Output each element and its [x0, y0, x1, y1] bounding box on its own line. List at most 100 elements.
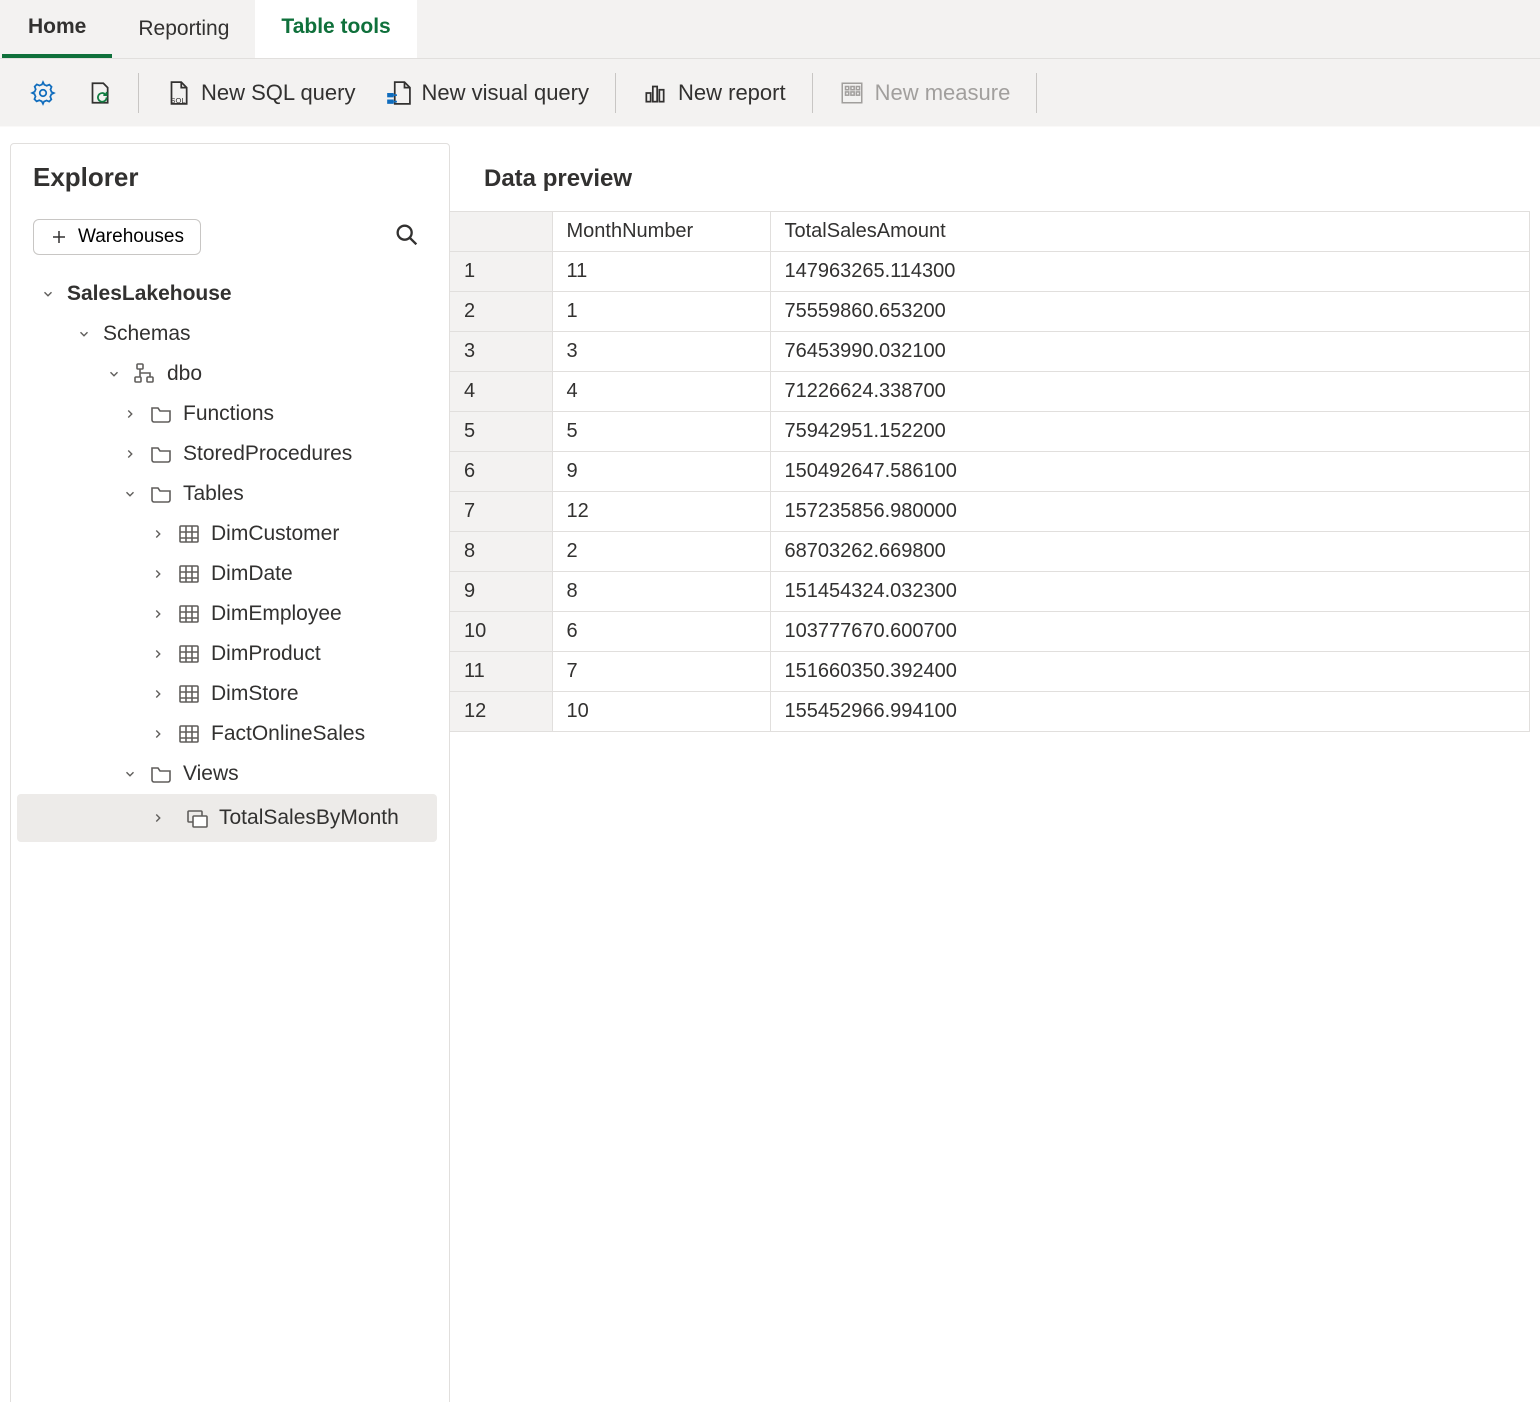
tree-node-view[interactable]: TotalSalesByMonth [17, 794, 437, 842]
table-row[interactable]: 3376453990.032100 [450, 332, 1530, 372]
cell-totalsalesamount[interactable]: 71226624.338700 [770, 372, 1530, 412]
tab-reporting[interactable]: Reporting [112, 0, 255, 58]
new-measure-label: New measure [875, 80, 1011, 106]
tree-node-table[interactable]: DimEmployee [17, 594, 437, 634]
tree-node-table[interactable]: DimStore [17, 674, 437, 714]
cell-totalsalesamount[interactable]: 150492647.586100 [770, 452, 1530, 492]
warehouses-button[interactable]: Warehouses [33, 219, 201, 255]
tree-label: DimDate [211, 562, 293, 586]
data-preview-panel: Data preview MonthNumber TotalSalesAmoun… [450, 143, 1540, 1402]
column-header-monthnumber[interactable]: MonthNumber [552, 212, 770, 252]
cell-monthnumber[interactable]: 10 [552, 692, 770, 732]
row-number-cell[interactable]: 11 [450, 652, 552, 692]
new-sql-query-button[interactable]: SQL New SQL query [153, 72, 367, 114]
row-number-cell[interactable]: 4 [450, 372, 552, 412]
row-number-header[interactable] [450, 212, 552, 252]
chevron-right-icon [149, 685, 167, 703]
tree-label: DimEmployee [211, 602, 342, 626]
chevron-right-icon [149, 565, 167, 583]
tree-node-functions[interactable]: Functions [17, 394, 437, 434]
tree-label: TotalSalesByMonth [219, 806, 399, 830]
tree-node-table[interactable]: DimDate [17, 554, 437, 594]
row-number-cell[interactable]: 3 [450, 332, 552, 372]
cell-monthnumber[interactable]: 2 [552, 532, 770, 572]
row-number-cell[interactable]: 10 [450, 612, 552, 652]
tree-node-storedprocedures[interactable]: StoredProcedures [17, 434, 437, 474]
table-row[interactable]: 111147963265.114300 [450, 252, 1530, 292]
plus-icon [50, 228, 68, 246]
row-number-cell[interactable]: 9 [450, 572, 552, 612]
tree-label: Schemas [103, 322, 191, 346]
tab-home[interactable]: Home [2, 0, 112, 58]
tree-label: Functions [183, 402, 274, 426]
folder-icon [149, 402, 173, 426]
row-number-cell[interactable]: 5 [450, 412, 552, 452]
cell-totalsalesamount[interactable]: 151660350.392400 [770, 652, 1530, 692]
tree-node-table[interactable]: DimCustomer [17, 514, 437, 554]
tree-node-schemas[interactable]: Schemas [17, 314, 437, 354]
explorer-title: Explorer [33, 162, 427, 193]
tree-node-dbo[interactable]: dbo [17, 354, 437, 394]
cell-totalsalesamount[interactable]: 147963265.114300 [770, 252, 1530, 292]
cell-monthnumber[interactable]: 3 [552, 332, 770, 372]
table-icon [177, 722, 201, 746]
cell-monthnumber[interactable]: 7 [552, 652, 770, 692]
search-button[interactable] [387, 215, 427, 258]
tree-node-tables[interactable]: Tables [17, 474, 437, 514]
table-row[interactable]: 712157235856.980000 [450, 492, 1530, 532]
tree-node-views[interactable]: Views [17, 754, 437, 794]
cell-totalsalesamount[interactable]: 151454324.032300 [770, 572, 1530, 612]
cell-totalsalesamount[interactable]: 75559860.653200 [770, 292, 1530, 332]
cell-totalsalesamount[interactable]: 75942951.152200 [770, 412, 1530, 452]
cell-totalsalesamount[interactable]: 68703262.669800 [770, 532, 1530, 572]
explorer-panel: Explorer Warehouses SalesLakehouse [10, 143, 450, 1402]
table-row[interactable]: 69150492647.586100 [450, 452, 1530, 492]
row-number-cell[interactable]: 8 [450, 532, 552, 572]
table-row[interactable]: 8268703262.669800 [450, 532, 1530, 572]
search-icon [393, 221, 421, 249]
cell-monthnumber[interactable]: 4 [552, 372, 770, 412]
table-row[interactable]: 117151660350.392400 [450, 652, 1530, 692]
tree-label: Tables [183, 482, 244, 506]
table-icon [177, 682, 201, 706]
cell-totalsalesamount[interactable]: 103777670.600700 [770, 612, 1530, 652]
tab-table-tools[interactable]: Table tools [255, 0, 416, 58]
row-number-cell[interactable]: 2 [450, 292, 552, 332]
toolbar-divider [615, 73, 616, 113]
tree-node-lakehouse[interactable]: SalesLakehouse [17, 274, 437, 314]
tree-label: DimStore [211, 682, 299, 706]
table-row[interactable]: 4471226624.338700 [450, 372, 1530, 412]
tree-node-table[interactable]: DimProduct [17, 634, 437, 674]
new-visual-query-button[interactable]: New visual query [373, 72, 601, 114]
table-row[interactable]: 106103777670.600700 [450, 612, 1530, 652]
cell-monthnumber[interactable]: 8 [552, 572, 770, 612]
chevron-right-icon [149, 809, 167, 827]
tree-node-table[interactable]: FactOnlineSales [17, 714, 437, 754]
chevron-right-icon [149, 645, 167, 663]
settings-button[interactable] [18, 72, 68, 114]
new-report-button[interactable]: New report [630, 72, 798, 114]
table-row[interactable]: 5575942951.152200 [450, 412, 1530, 452]
row-number-cell[interactable]: 12 [450, 692, 552, 732]
new-report-label: New report [678, 80, 786, 106]
cell-totalsalesamount[interactable]: 157235856.980000 [770, 492, 1530, 532]
cell-monthnumber[interactable]: 6 [552, 612, 770, 652]
table-row[interactable]: 98151454324.032300 [450, 572, 1530, 612]
tree-label: StoredProcedures [183, 442, 352, 466]
cell-monthnumber[interactable]: 5 [552, 412, 770, 452]
cell-monthnumber[interactable]: 1 [552, 292, 770, 332]
cell-monthnumber[interactable]: 9 [552, 452, 770, 492]
row-number-cell[interactable]: 6 [450, 452, 552, 492]
cell-monthnumber[interactable]: 12 [552, 492, 770, 532]
row-number-cell[interactable]: 1 [450, 252, 552, 292]
new-measure-button[interactable]: New measure [827, 72, 1023, 114]
table-row[interactable]: 2175559860.653200 [450, 292, 1530, 332]
refresh-button[interactable] [74, 72, 124, 114]
column-header-totalsalesamount[interactable]: TotalSalesAmount [770, 212, 1530, 252]
cell-monthnumber[interactable]: 11 [552, 252, 770, 292]
table-row[interactable]: 1210155452966.994100 [450, 692, 1530, 732]
cell-totalsalesamount[interactable]: 155452966.994100 [770, 692, 1530, 732]
row-number-cell[interactable]: 7 [450, 492, 552, 532]
toolbar: SQL New SQL query New visual query New r… [0, 59, 1540, 127]
cell-totalsalesamount[interactable]: 76453990.032100 [770, 332, 1530, 372]
